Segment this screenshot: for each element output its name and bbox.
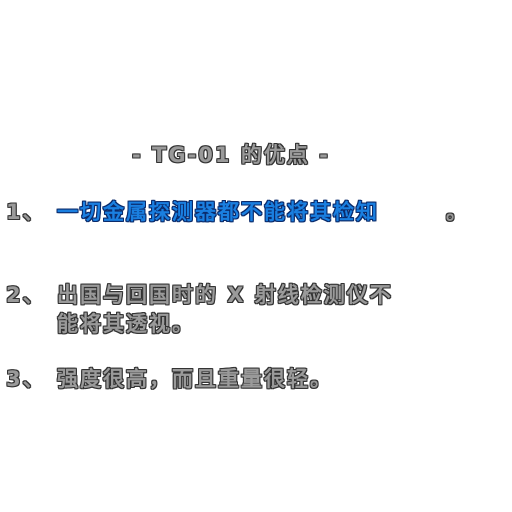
page-title: - TG-01 的优点 -: [132, 143, 330, 167]
point-2-line-2: 能将其透视。: [57, 312, 195, 336]
point-3-number: 3、: [6, 367, 46, 391]
point-2-number: 2、: [6, 283, 46, 307]
point-1-number: 1、: [6, 200, 46, 224]
point-2-line-1: 出国与回国时的 X 射线检测仪不: [57, 283, 393, 307]
point-1-end: 。: [446, 200, 469, 224]
point-1-text: 一切金属探测器都不能将其检知: [57, 200, 379, 224]
point-3-text: 强度很高，而且重量很轻。: [57, 367, 333, 391]
